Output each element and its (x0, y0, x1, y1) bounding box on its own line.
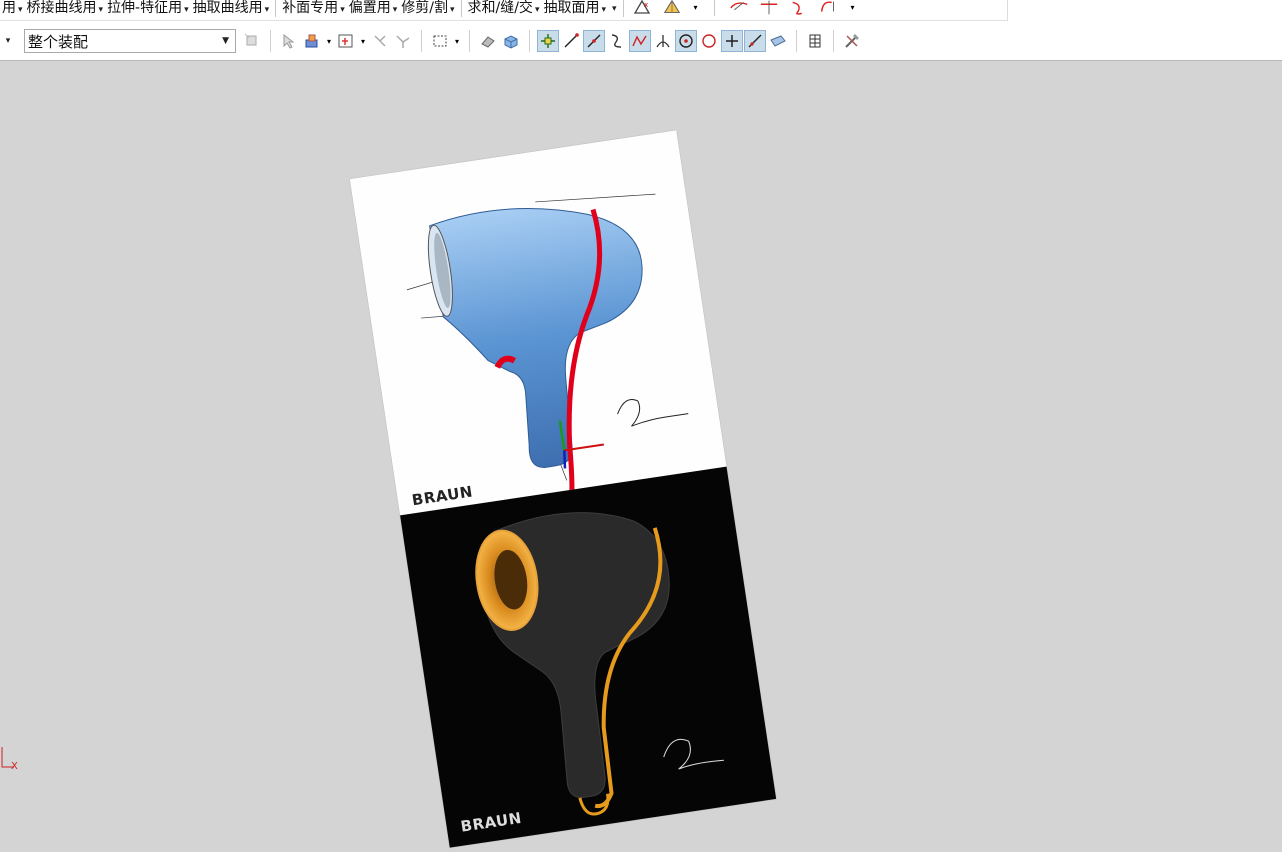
snap-intersection-icon[interactable] (653, 31, 673, 51)
separator (796, 30, 797, 52)
sketch-panel: BRAUN (349, 130, 727, 516)
menu-item-extract-face[interactable]: 抽取面用 ▾ (541, 0, 608, 17)
separator (270, 30, 271, 52)
dropdown-caret-icon[interactable]: ▾ (359, 31, 367, 51)
separator (529, 30, 530, 52)
select-assembly-icon[interactable] (242, 31, 262, 51)
separator (421, 30, 422, 52)
curve-red-3-icon[interactable] (789, 0, 809, 16)
relation-icon[interactable] (393, 31, 413, 51)
menu-item-extrude[interactable]: 拉伸-特征用 ▾ (105, 0, 191, 17)
overflow-caret[interactable]: ▾ (608, 0, 619, 15)
chevron-down-icon: ▼ (222, 36, 229, 46)
box-select-icon[interactable] (430, 31, 450, 51)
separator (622, 0, 624, 17)
snap-line-icon[interactable] (561, 31, 581, 51)
snap-control-point-icon[interactable] (629, 30, 651, 52)
snap-on-face-icon[interactable] (768, 31, 788, 51)
snap-midpoint-icon[interactable] (583, 30, 605, 52)
separator (713, 0, 715, 16)
separator (460, 0, 462, 17)
black-dryer-render (475, 512, 724, 816)
separator (833, 30, 834, 52)
dropdown-caret-icon[interactable]: ▾ (453, 31, 461, 51)
menu-item-trim-split[interactable]: 修剪/割 ▾ (399, 0, 456, 17)
snap-curve-icon[interactable] (607, 31, 627, 51)
menu-item-extract-curve[interactable]: 抽取曲线用 ▾ (191, 0, 272, 17)
type-filter-dropdown[interactable]: ▾ (0, 29, 16, 53)
graphics-viewport[interactable]: BRAUN BRAUN X (0, 61, 1282, 848)
menu-item-unite-sew[interactable]: 求和/缝/交 ▾ (466, 0, 542, 17)
triangle-point-icon[interactable]: x (632, 0, 652, 16)
selection-toolbar: ▾ 整个装配 ▼ ▾ ▾ ▾ (0, 28, 1282, 54)
curve-red-4-icon[interactable] (819, 0, 839, 16)
separator (275, 0, 277, 17)
wcs-x-label: X (11, 761, 18, 772)
menu-item-patch-surface[interactable]: 补面专用 ▾ (280, 0, 347, 17)
svg-text:x: x (644, 1, 648, 9)
cone-icon[interactable] (662, 0, 682, 16)
snap-quadrant-icon[interactable] (699, 31, 719, 51)
divider (1007, 0, 1008, 21)
reference-image-sheet[interactable]: BRAUN BRAUN (349, 130, 777, 848)
dropdown-caret-icon[interactable]: ▾ (692, 0, 700, 16)
snap-arc-center-icon[interactable] (675, 30, 697, 52)
snap-existing-point-icon[interactable] (721, 30, 743, 52)
curve-red-1-icon[interactable] (729, 0, 749, 16)
feature-select-icon[interactable] (302, 31, 322, 51)
snap-icon[interactable] (370, 31, 390, 51)
separator (469, 30, 470, 52)
snap-endpoint-icon[interactable] (537, 30, 559, 52)
toolbar-area: 用 ▾ 桥接曲线用 ▾ 拉伸-特征用 ▾ 抽取曲线用 ▾ 补面专用 ▾ 偏置用 ▾ 修剪/割… (0, 0, 1282, 61)
solid-body-icon[interactable] (501, 31, 521, 51)
snap-on-curve-icon[interactable] (744, 30, 766, 52)
assembly-scope-value: 整个装配 (28, 32, 89, 51)
eraser-icon[interactable] (478, 31, 498, 51)
cursor-move-icon[interactable] (279, 31, 299, 51)
divider (0, 20, 1008, 21)
dropdown-caret-icon[interactable]: ▾ (849, 0, 857, 16)
menu-item-bridge-curve[interactable]: 桥接曲线用 ▾ (25, 0, 106, 17)
layer-grid-icon[interactable] (805, 31, 825, 51)
curve-red-2-icon[interactable] (759, 0, 779, 16)
custom-menu-toolbar: 用 ▾ 桥接曲线用 ▾ 拉伸-特征用 ▾ 抽取曲线用 ▾ 补面专用 ▾ 偏置用 ▾ 修剪/割… (0, 0, 1010, 18)
dropdown-caret-icon[interactable]: ▾ (325, 31, 333, 51)
blue-dryer-render (406, 193, 689, 500)
render-panel: BRAUN (400, 466, 777, 848)
tools-icon[interactable] (842, 31, 862, 51)
assembly-scope-select[interactable]: 整个装配 ▼ (24, 29, 236, 53)
menu-item-truncated[interactable]: 用 ▾ (0, 0, 25, 17)
menu-item-offset[interactable]: 偏置用 ▾ (347, 0, 400, 17)
grid-select-icon[interactable] (336, 31, 356, 51)
